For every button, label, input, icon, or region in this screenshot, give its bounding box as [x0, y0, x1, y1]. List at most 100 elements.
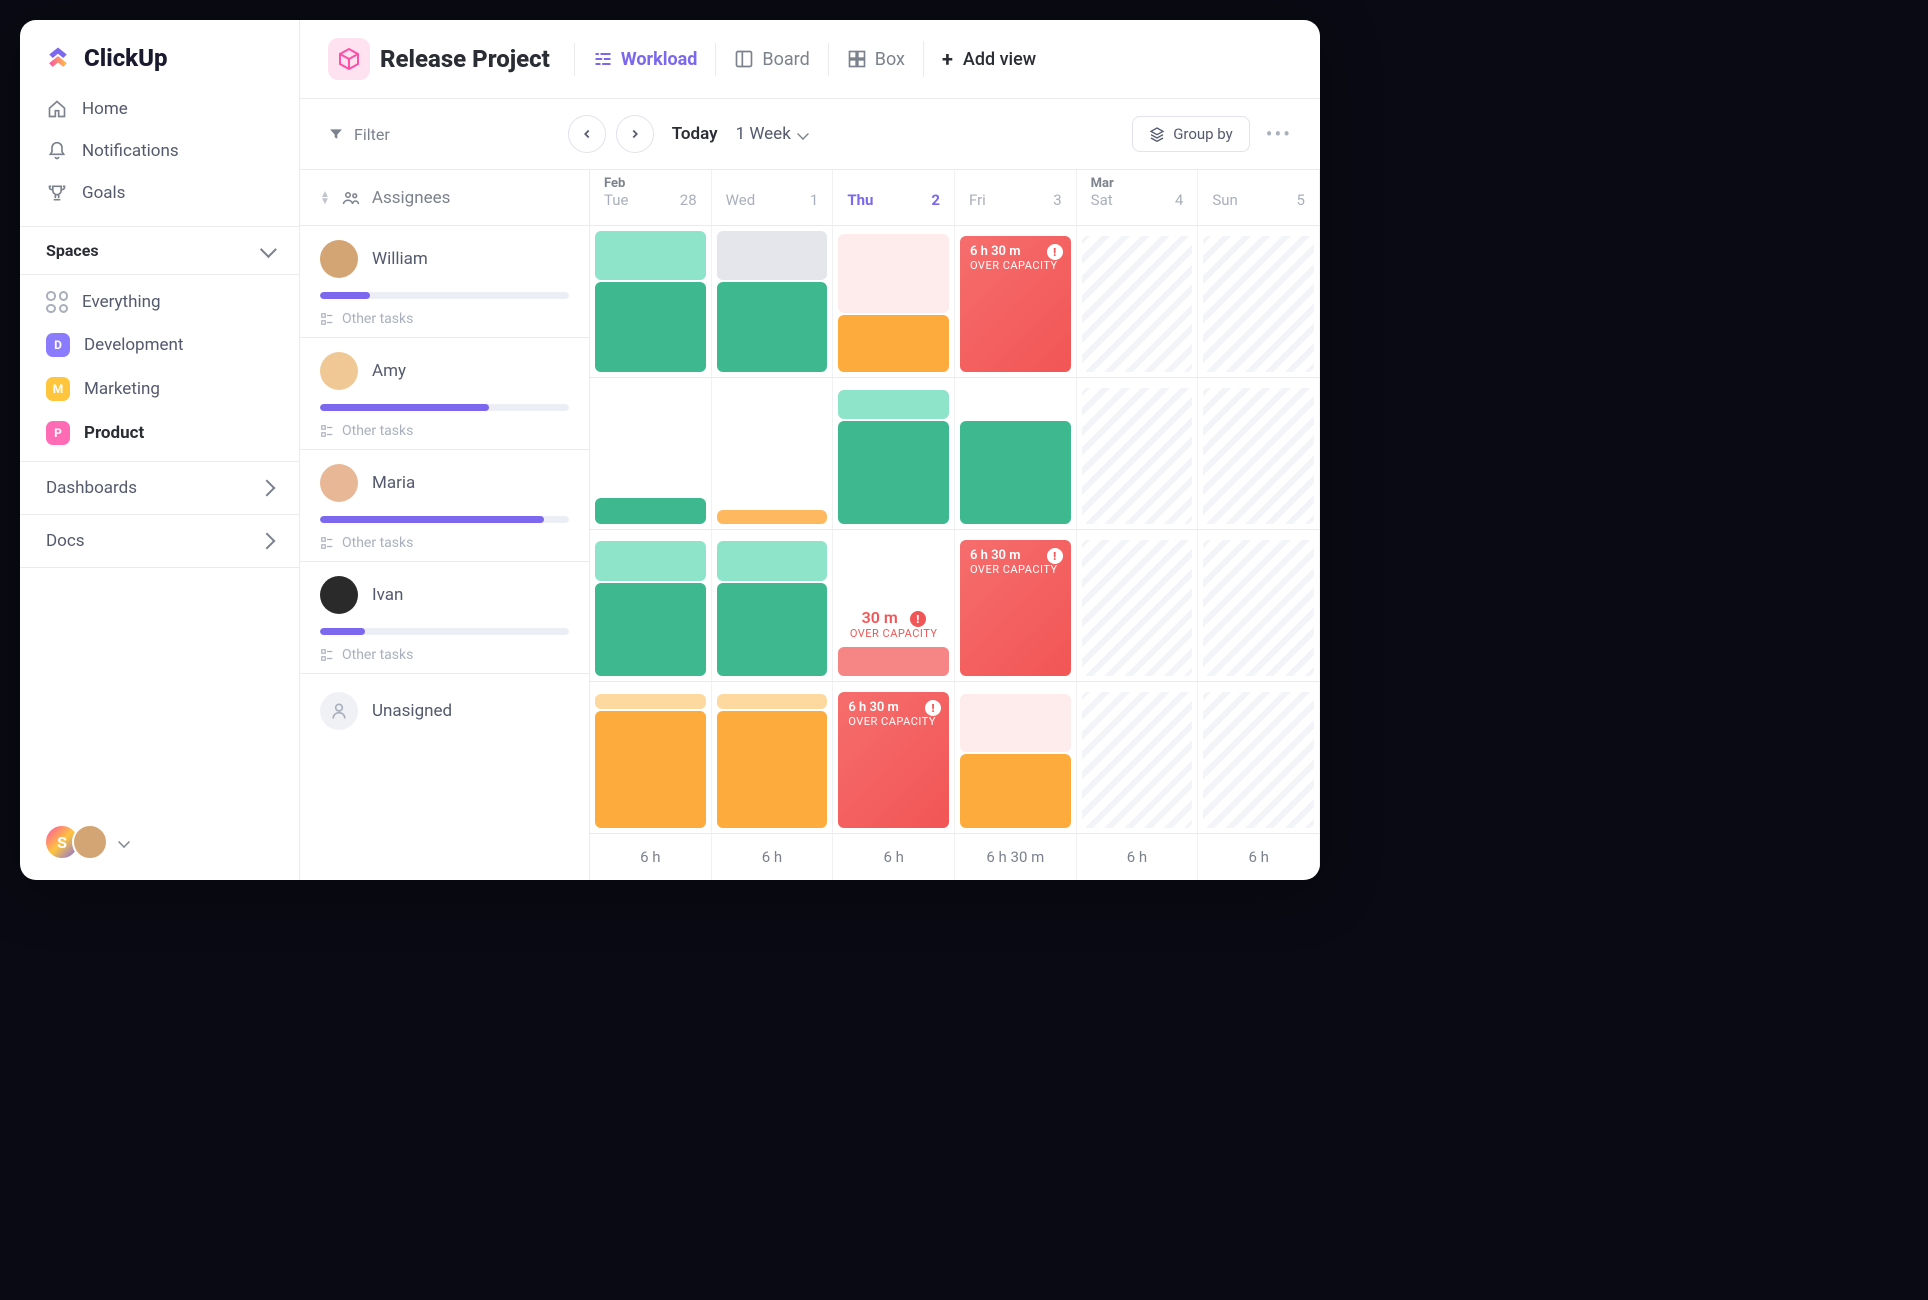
space-product[interactable]: P Product — [32, 411, 287, 455]
task-block[interactable] — [960, 754, 1071, 828]
avatar — [320, 240, 358, 278]
task-block[interactable] — [595, 583, 706, 676]
calendar-cell[interactable] — [590, 530, 712, 681]
tab-board[interactable]: Board — [715, 43, 827, 76]
chevron-down-icon — [118, 836, 130, 848]
calendar-cell[interactable] — [955, 378, 1077, 529]
other-tasks-link[interactable]: Other tasks — [320, 423, 569, 439]
calendar-cell[interactable] — [590, 682, 712, 833]
more-button[interactable]: ••• — [1266, 122, 1292, 146]
day-label: Wed — [726, 191, 756, 209]
add-view-button[interactable]: + Add view — [923, 41, 1054, 77]
other-tasks-label: Other tasks — [342, 311, 413, 327]
calendar-cell[interactable] — [712, 226, 834, 377]
month-label: Mar — [1091, 176, 1184, 191]
calendar-cell[interactable]: 30 m ! OVER CAPACITY — [833, 530, 955, 681]
calendar-cell-weekend[interactable] — [1077, 226, 1199, 377]
weekend-block — [1203, 692, 1314, 828]
task-block[interactable] — [838, 421, 949, 524]
logo[interactable]: ClickUp — [20, 20, 299, 88]
task-block[interactable] — [838, 315, 949, 372]
nav-home-label: Home — [82, 99, 128, 119]
task-block[interactable] — [595, 541, 706, 581]
calendar-cell[interactable] — [712, 682, 834, 833]
calendar-cell[interactable]: ! 6 h 30 m OVER CAPACITY — [955, 530, 1077, 681]
calendar-cell[interactable]: ! 6 h 30 m OVER CAPACITY — [833, 682, 955, 833]
assignee-header[interactable]: ▲▼ Assignees — [300, 170, 589, 226]
space-everything[interactable]: Everything — [32, 281, 287, 323]
over-capacity-block[interactable]: ! 6 h 30 m OVER CAPACITY — [960, 236, 1071, 372]
task-block[interactable] — [960, 694, 1071, 751]
task-block[interactable] — [838, 647, 949, 676]
tab-workload[interactable]: Workload — [574, 43, 716, 76]
space-marketing[interactable]: M Marketing — [32, 367, 287, 411]
task-block[interactable] — [717, 694, 828, 708]
over-capacity-block[interactable]: ! 6 h 30 m OVER CAPACITY — [838, 692, 949, 828]
filter-button[interactable]: Filter — [328, 125, 390, 144]
calendar-cell[interactable] — [833, 378, 955, 529]
next-button[interactable] — [616, 115, 654, 153]
space-everything-label: Everything — [82, 292, 161, 312]
calendar-row: ! 6 h 30 m OVER CAPACITY — [590, 226, 1320, 378]
layers-icon — [1149, 126, 1165, 142]
task-block[interactable] — [717, 711, 828, 828]
task-block[interactable] — [595, 282, 706, 372]
range-selector[interactable]: 1 Week — [736, 124, 809, 144]
weekend-block — [1203, 388, 1314, 524]
assignee-row-ivan[interactable]: Ivan Other tasks — [300, 562, 589, 674]
calendar-cell-weekend[interactable] — [1198, 378, 1320, 529]
prev-button[interactable] — [568, 115, 606, 153]
task-block[interactable] — [595, 231, 706, 280]
calendar-cell[interactable]: ! 6 h 30 m OVER CAPACITY — [955, 226, 1077, 377]
task-block[interactable] — [717, 282, 828, 372]
tab-box[interactable]: Box — [828, 43, 923, 76]
project-icon — [328, 38, 370, 80]
other-tasks-label: Other tasks — [342, 423, 413, 439]
unassigned-row[interactable]: Unasigned — [300, 674, 589, 748]
today-button[interactable]: Today — [672, 124, 718, 144]
user-avatar-stack[interactable]: S — [44, 824, 108, 860]
nav-notifications-label: Notifications — [82, 141, 179, 161]
workload-icon — [593, 49, 613, 69]
calendar-cell[interactable] — [712, 530, 834, 681]
nav-notifications[interactable]: Notifications — [32, 130, 287, 172]
calendar-cell-weekend[interactable] — [1198, 682, 1320, 833]
spaces-header[interactable]: Spaces — [20, 226, 299, 275]
calendar-cell-weekend[interactable] — [1077, 682, 1199, 833]
section-dashboards[interactable]: Dashboards — [20, 461, 299, 514]
section-dashboards-label: Dashboards — [46, 478, 137, 498]
task-block[interactable] — [717, 231, 828, 280]
task-block[interactable] — [717, 510, 828, 524]
calendar-cell-weekend[interactable] — [1077, 378, 1199, 529]
calendar-cell[interactable] — [712, 378, 834, 529]
assignee-row-william[interactable]: William Other tasks — [300, 226, 589, 338]
calendar-cell[interactable] — [955, 682, 1077, 833]
task-block[interactable] — [595, 694, 706, 708]
task-block[interactable] — [838, 390, 949, 419]
task-block[interactable] — [717, 583, 828, 676]
task-block[interactable] — [595, 711, 706, 828]
assignee-row-amy[interactable]: Amy Other tasks — [300, 338, 589, 450]
over-capacity-block[interactable]: ! 6 h 30 m OVER CAPACITY — [960, 540, 1071, 676]
calendar-cell[interactable] — [833, 226, 955, 377]
people-icon — [340, 189, 362, 207]
nav-goals[interactable]: Goals — [32, 172, 287, 214]
other-tasks-link[interactable]: Other tasks — [320, 311, 569, 327]
other-tasks-link[interactable]: Other tasks — [320, 647, 569, 663]
other-tasks-link[interactable]: Other tasks — [320, 535, 569, 551]
calendar-cell-weekend[interactable] — [1198, 226, 1320, 377]
nav-home[interactable]: Home — [32, 88, 287, 130]
task-block[interactable] — [717, 541, 828, 581]
task-block[interactable] — [960, 421, 1071, 524]
section-docs[interactable]: Docs — [20, 514, 299, 568]
calendar-cell-weekend[interactable] — [1198, 530, 1320, 681]
task-block[interactable] — [838, 234, 949, 313]
groupby-button[interactable]: Group by — [1132, 116, 1250, 152]
assignee-row-maria[interactable]: Maria Other tasks — [300, 450, 589, 562]
calendar-cell[interactable] — [590, 378, 712, 529]
calendar-cell[interactable] — [590, 226, 712, 377]
calendar-cell-weekend[interactable] — [1077, 530, 1199, 681]
over-capacity-label: OVER CAPACITY — [843, 627, 944, 640]
task-block[interactable] — [595, 498, 706, 524]
space-development[interactable]: D Development — [32, 323, 287, 367]
